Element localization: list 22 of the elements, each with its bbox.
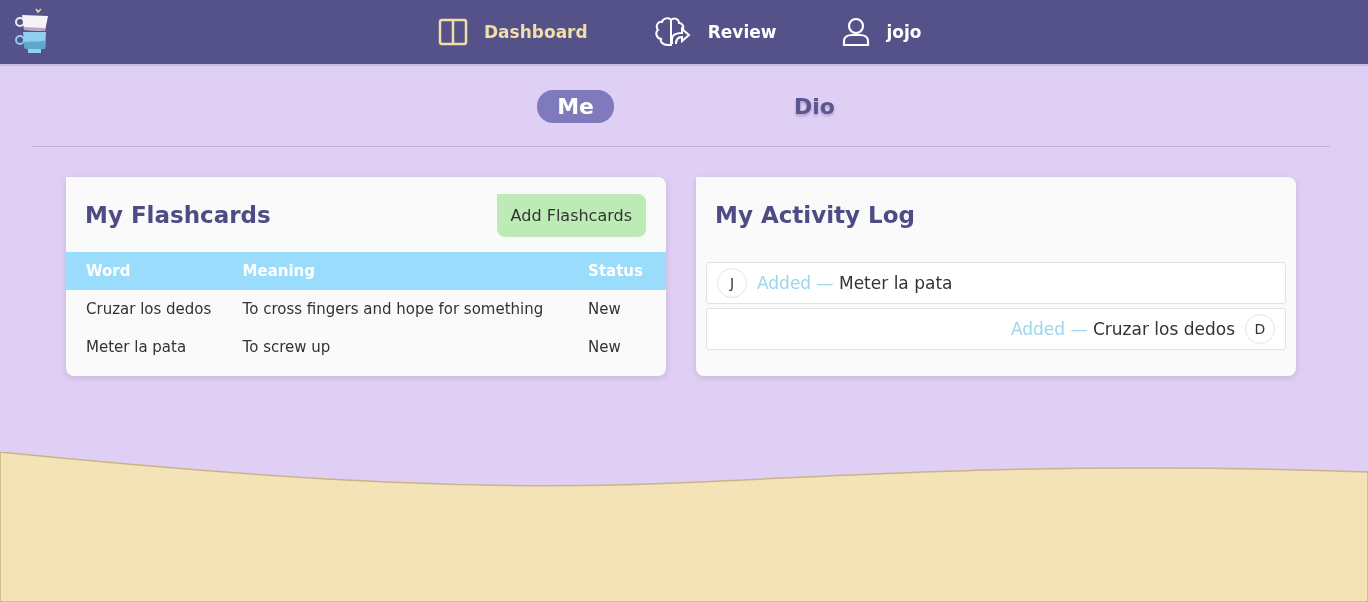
card-title: My Activity Log bbox=[715, 202, 915, 228]
brain-icon bbox=[653, 17, 692, 47]
columns-icon bbox=[438, 18, 468, 46]
table-cell-text: Meter la pata bbox=[85, 337, 188, 358]
table-cell-text: To screw up bbox=[241, 337, 332, 358]
activity-text: Added — Meter la pata bbox=[757, 273, 953, 293]
column-header: Meaning bbox=[222, 252, 569, 290]
table-cell-text: New bbox=[587, 337, 622, 358]
add-flashcards-button[interactable]: Add Flashcards bbox=[496, 193, 646, 237]
profile-tab[interactable]: Me bbox=[537, 89, 614, 123]
nav-link[interactable]: Dashboard bbox=[438, 17, 588, 47]
user-icon bbox=[842, 17, 871, 47]
profile-tab[interactable]: Dio bbox=[773, 93, 855, 119]
card-title: My Flashcards bbox=[85, 202, 271, 228]
column-header: Status bbox=[568, 252, 666, 290]
activity-text: Added — Cruzar los dedos bbox=[1010, 319, 1235, 339]
nav-link[interactable]: Review bbox=[653, 17, 777, 47]
column-header: Word bbox=[66, 252, 223, 290]
table-cell: New bbox=[568, 290, 666, 328]
table-cell: Cruzar los dedos bbox=[66, 290, 223, 328]
nav-link[interactable]: jojo bbox=[842, 17, 922, 47]
table-cell: To cross fingers and hope for something bbox=[222, 290, 569, 328]
